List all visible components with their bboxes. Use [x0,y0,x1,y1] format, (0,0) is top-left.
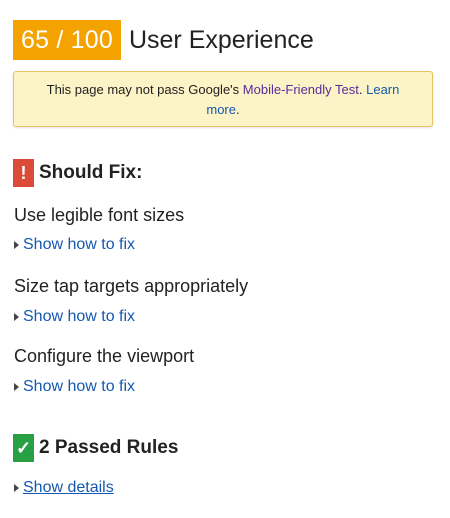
mobile-friendly-test-link[interactable]: Mobile-Friendly Test [243,82,359,97]
score-badge: 65 / 100 [13,20,121,60]
passed-rules-heading: ✓ 2 Passed Rules [13,434,178,462]
mobile-friendly-notice: This page may not pass Google's Mobile-F… [13,71,433,127]
show-how-to-fix-tap-targets[interactable]: Show how to fix [14,308,135,326]
ux-header: 65 / 100 User Experience [13,20,314,60]
rule-configure-viewport: Configure the viewport [14,346,195,366]
exclamation-icon: ! [13,159,34,187]
show-details-toggle[interactable]: Show details [14,479,114,497]
show-how-to-fix-link[interactable]: Show how to fix [23,236,135,254]
expand-triangle-icon [14,484,19,492]
rule-legible-font-sizes: Use legible font sizes [14,205,185,225]
expand-triangle-icon [14,383,19,391]
expand-triangle-icon [14,241,19,249]
should-fix-title: Should Fix: [39,162,143,183]
notice-text: This page may not pass Google's [46,82,243,97]
show-how-to-fix-font-sizes[interactable]: Show how to fix [14,236,135,254]
expand-triangle-icon [14,313,19,321]
show-how-to-fix-viewport[interactable]: Show how to fix [14,378,135,396]
notice-text-end: . [236,102,240,117]
show-details-link[interactable]: Show details [23,479,114,497]
should-fix-heading: ! Should Fix: [13,159,142,187]
show-how-to-fix-link[interactable]: Show how to fix [23,308,135,326]
rule-tap-targets: Size tap targets appropriately [14,276,249,296]
checkmark-icon: ✓ [13,434,34,462]
passed-rules-title: 2 Passed Rules [39,437,179,458]
section-title: User Experience [128,25,314,54]
show-how-to-fix-link[interactable]: Show how to fix [23,378,135,396]
